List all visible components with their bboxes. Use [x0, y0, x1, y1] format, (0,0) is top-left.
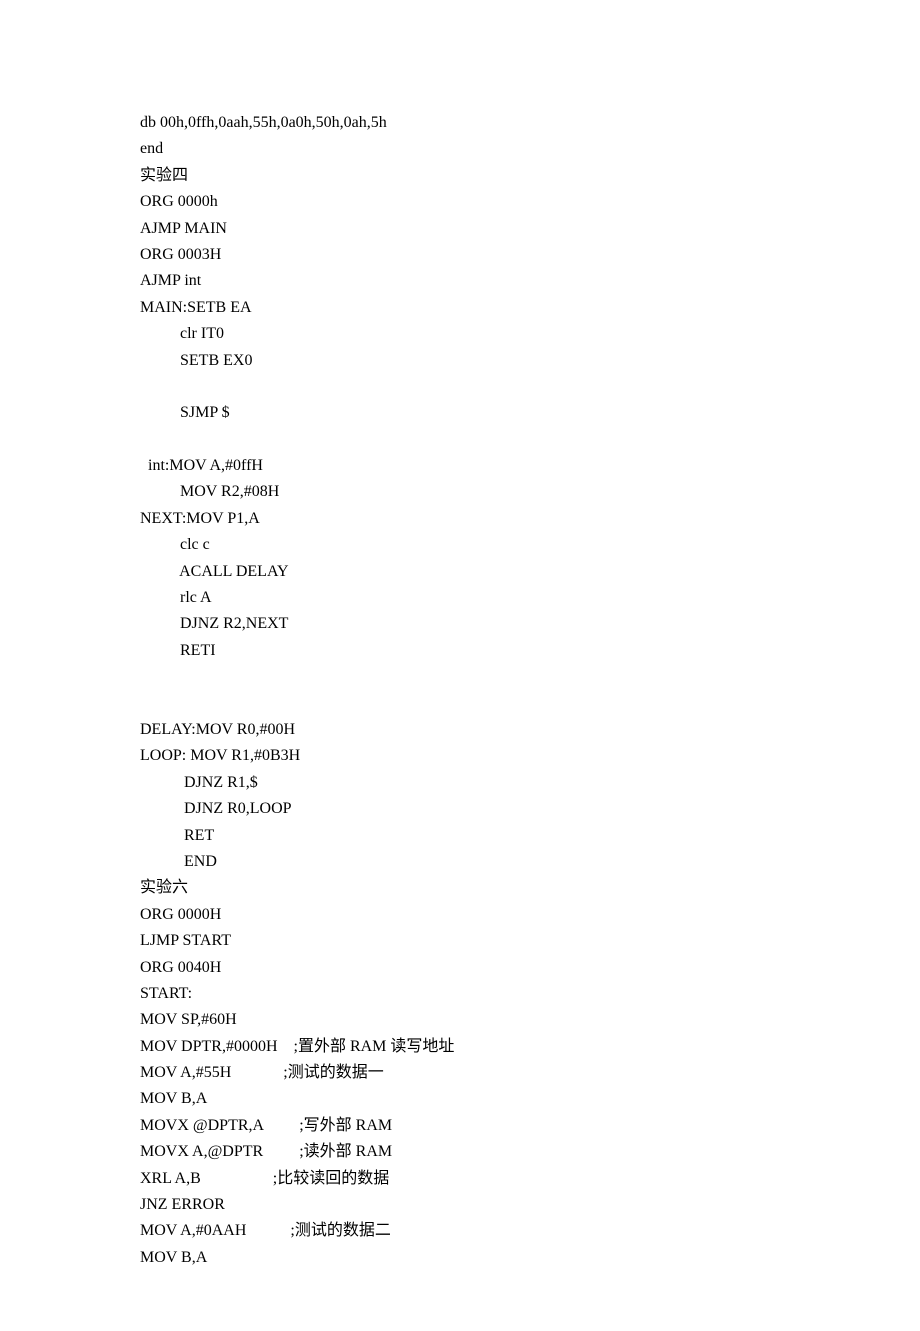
- code-line: DJNZ R0,LOOP: [140, 796, 780, 822]
- code-line: MOVX @DPTR,A ;写外部 RAM: [140, 1113, 780, 1139]
- code-line: clc c: [140, 532, 780, 558]
- code-line: MOV DPTR,#0000H ;置外部 RAM 读写地址: [140, 1034, 780, 1060]
- code-line: DELAY:MOV R0,#00H: [140, 717, 780, 743]
- code-line: JNZ ERROR: [140, 1192, 780, 1218]
- code-line: AJMP MAIN: [140, 216, 780, 242]
- code-line: END: [140, 849, 780, 875]
- code-line: RET: [140, 823, 780, 849]
- code-line: DJNZ R1,$: [140, 770, 780, 796]
- code-line: db 00h,0ffh,0aah,55h,0a0h,50h,0ah,5h: [140, 110, 780, 136]
- code-line: SJMP $: [140, 400, 780, 426]
- code-line: DJNZ R2,NEXT: [140, 611, 780, 637]
- code-line: START:: [140, 981, 780, 1007]
- code-line: rlc A: [140, 585, 780, 611]
- code-line: ORG 0040H: [140, 955, 780, 981]
- code-line: ORG 0003H: [140, 242, 780, 268]
- code-page: db 00h,0ffh,0aah,55h,0a0h,50h,0ah,5hend实…: [0, 0, 920, 1331]
- code-line: 实验四: [140, 163, 780, 189]
- code-line: [140, 374, 780, 400]
- code-line: end: [140, 136, 780, 162]
- code-line: ACALL DELAY: [140, 559, 780, 585]
- code-line: ORG 0000h: [140, 189, 780, 215]
- code-line: [140, 664, 780, 690]
- code-line: MOVX A,@DPTR ;读外部 RAM: [140, 1139, 780, 1165]
- code-line: XRL A,B ;比较读回的数据: [140, 1166, 780, 1192]
- code-line: MOV B,A: [140, 1245, 780, 1271]
- code-line: LOOP: MOV R1,#0B3H: [140, 743, 780, 769]
- code-line: MOV SP,#60H: [140, 1007, 780, 1033]
- code-line: MOV A,#0AAH ;测试的数据二: [140, 1218, 780, 1244]
- code-line: NEXT:MOV P1,A: [140, 506, 780, 532]
- code-line: 实验六: [140, 875, 780, 901]
- code-line: MOV A,#55H ;测试的数据一: [140, 1060, 780, 1086]
- code-line: [140, 691, 780, 717]
- code-line: AJMP int: [140, 268, 780, 294]
- code-line: MOV R2,#08H: [140, 479, 780, 505]
- code-line: [140, 427, 780, 453]
- code-line: RETI: [140, 638, 780, 664]
- code-line: int:MOV A,#0ffH: [140, 453, 780, 479]
- code-line: ORG 0000H: [140, 902, 780, 928]
- code-line: clr IT0: [140, 321, 780, 347]
- code-line: MAIN:SETB EA: [140, 295, 780, 321]
- code-line: SETB EX0: [140, 348, 780, 374]
- code-line: MOV B,A: [140, 1086, 780, 1112]
- code-line: LJMP START: [140, 928, 780, 954]
